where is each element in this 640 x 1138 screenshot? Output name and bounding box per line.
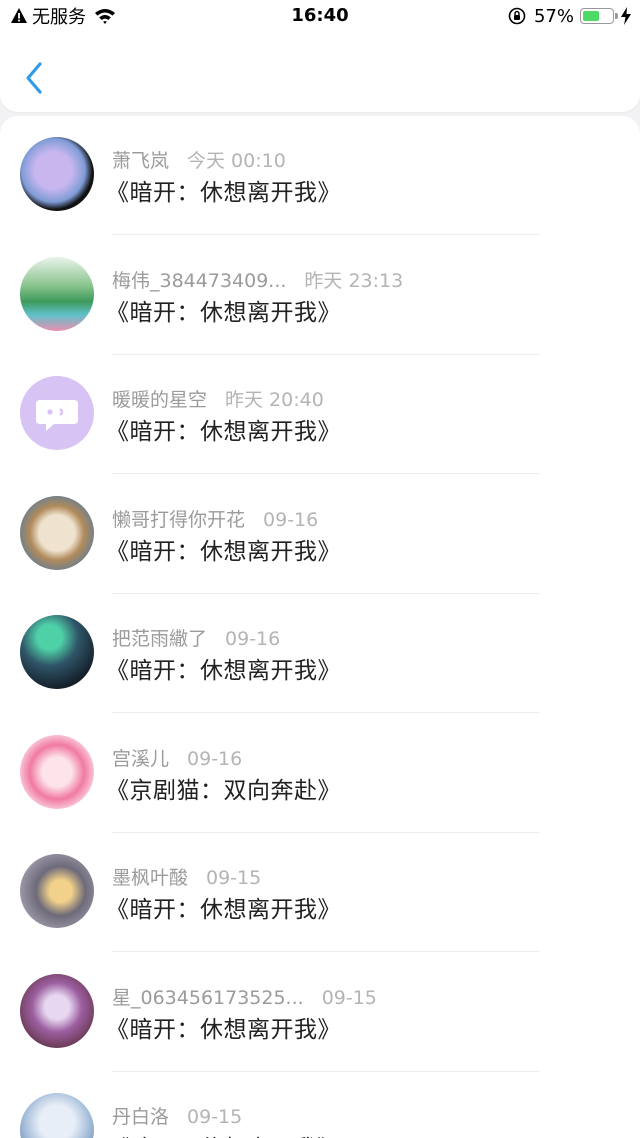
avatar[interactable] bbox=[20, 495, 94, 570]
message-list: 萧飞岚 今天 00:10 《暗开：休想离开我》 梅伟_384473409... 昨天 2… bbox=[0, 116, 640, 1138]
avatar[interactable] bbox=[20, 734, 94, 809]
chat-bubble-icon bbox=[36, 400, 78, 431]
list-item[interactable]: 暖暖的星空 昨天 20:40 《暗开：休想离开我》 bbox=[0, 355, 640, 474]
list-item[interactable]: 萧飞岚 今天 00:10 《暗开：休想离开我》 bbox=[0, 116, 640, 235]
timestamp: 09-15 bbox=[206, 867, 262, 889]
avatar[interactable] bbox=[20, 1093, 94, 1138]
timestamp: 09-16 bbox=[263, 508, 319, 531]
item-meta: 暖暖的星空 昨天 20:40 bbox=[112, 385, 324, 412]
work-title[interactable]: 《暗开：休想离开我》 bbox=[106, 532, 341, 566]
item-meta: 懒哥打得你开花 09-16 bbox=[112, 505, 318, 532]
username[interactable]: 梅伟_384473409... bbox=[112, 270, 286, 292]
timestamp: 09-16 bbox=[225, 628, 281, 650]
timestamp: 昨天 20:40 bbox=[225, 389, 324, 411]
username[interactable]: 萧飞岚 bbox=[112, 150, 169, 172]
list-item[interactable]: 墨枫叶酸 09-15 《暗开：休想离开我》 bbox=[0, 833, 640, 952]
item-meta: 墨枫叶酸 09-15 bbox=[112, 863, 261, 890]
avatar[interactable] bbox=[20, 973, 94, 1048]
username[interactable]: 把范雨繖了 bbox=[112, 628, 207, 650]
timestamp: 09-16 bbox=[187, 747, 243, 770]
back-button[interactable] bbox=[18, 58, 52, 98]
username[interactable]: 星_063456173525... bbox=[112, 987, 304, 1009]
work-title[interactable]: 《暗开：休想离开我》 bbox=[106, 651, 341, 685]
list-item[interactable]: 宫溪儿 09-16 《京剧猫：双向奔赴》 bbox=[0, 714, 640, 833]
work-title[interactable]: 《暗开：休想离开我》 bbox=[106, 293, 341, 327]
battery-percent: 57% bbox=[533, 5, 574, 27]
timestamp: 09-15 bbox=[321, 986, 377, 1009]
avatar[interactable] bbox=[20, 854, 94, 928]
username[interactable]: 丹白洛 bbox=[112, 1106, 169, 1128]
item-meta: 宫溪儿 09-16 bbox=[112, 744, 242, 771]
avatar[interactable] bbox=[20, 256, 94, 331]
work-title[interactable]: 《暗开：休想离开我》 bbox=[106, 173, 341, 207]
item-meta: 梅伟_384473409... 昨天 23:13 bbox=[112, 266, 403, 293]
item-meta: 丹白洛 09-15 bbox=[112, 1102, 242, 1129]
battery-fill bbox=[583, 11, 599, 21]
username[interactable]: 墨枫叶酸 bbox=[112, 867, 188, 889]
username[interactable]: 宫溪儿 bbox=[112, 748, 169, 770]
work-title[interactable]: 《暗开：休想离开我》 bbox=[106, 890, 341, 924]
nav-header bbox=[0, 32, 640, 112]
item-meta: 星_063456173525... 09-15 bbox=[112, 983, 377, 1010]
battery-icon bbox=[580, 8, 618, 24]
username[interactable]: 暖暖的星空 bbox=[112, 389, 207, 411]
list-item[interactable]: 丹白洛 09-15《暗开：休想离开我》 bbox=[0, 1072, 640, 1138]
avatar[interactable] bbox=[20, 615, 94, 689]
avatar[interactable] bbox=[20, 137, 94, 211]
avatar[interactable] bbox=[20, 376, 94, 450]
charging-icon bbox=[621, 7, 631, 25]
timestamp: 09-15 bbox=[187, 1106, 243, 1128]
status-bar: 无服务 16:40 57% bbox=[0, 0, 640, 32]
timestamp: 昨天 23:13 bbox=[304, 269, 404, 292]
rotation-lock-icon bbox=[508, 7, 526, 25]
list-item[interactable]: 梅伟_384473409... 昨天 23:13 《暗开：休想离开我》 bbox=[0, 236, 640, 355]
item-meta: 萧飞岚 今天 00:10 bbox=[112, 146, 286, 173]
list-item[interactable]: 懒哥打得你开花 09-16 《暗开：休想离开我》 bbox=[0, 475, 640, 594]
timestamp: 今天 00:10 bbox=[187, 150, 286, 172]
work-title[interactable]: 《暗开：休想离开我》 bbox=[106, 412, 341, 446]
username[interactable]: 懒哥打得你开花 bbox=[112, 509, 245, 531]
item-meta: 把范雨繖了 09-16 bbox=[112, 624, 280, 651]
list-item[interactable]: 星_063456173525... 09-15 《暗开：休想离开我》 bbox=[0, 953, 640, 1072]
status-right: 57% bbox=[508, 5, 632, 27]
work-title[interactable]: 《暗开：休想离开我》 bbox=[106, 1010, 341, 1044]
list-item[interactable]: 把范雨繖了 09-16 《暗开：休想离开我》 bbox=[0, 594, 640, 713]
work-title[interactable]: 《暗开：休想离开我》 bbox=[106, 1129, 341, 1138]
work-title[interactable]: 《京剧猫：双向奔赴》 bbox=[106, 771, 341, 805]
